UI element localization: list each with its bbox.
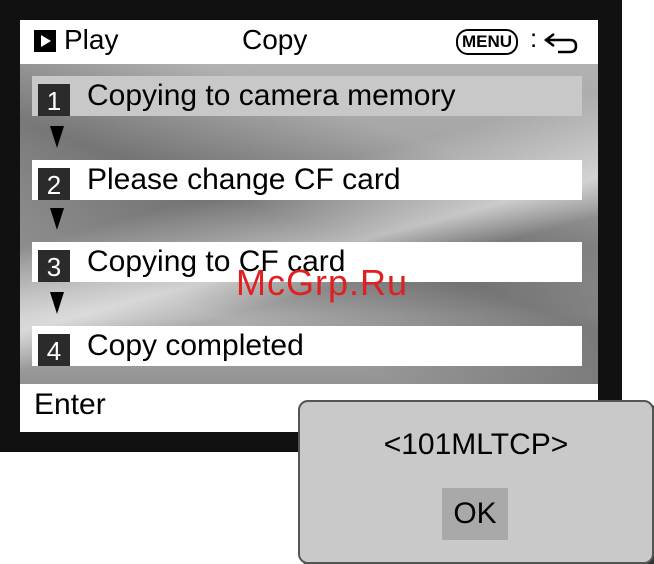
step-label: Please change CF card [87, 163, 401, 196]
menu-separator: : [530, 23, 538, 53]
back-arrow-icon[interactable] [542, 28, 582, 56]
camera-screen: Play Copy MENU : 1 Copying to camera mem… [20, 20, 598, 432]
step-label: Copying to camera memory [87, 79, 456, 112]
step-number: 3 [38, 250, 70, 282]
camera-lcd-frame: Play Copy MENU : 1 Copying to camera mem… [0, 0, 622, 452]
watermark: McGrp.Ru [236, 262, 409, 303]
down-arrow-icon [50, 126, 64, 148]
step-number: 2 [38, 168, 70, 200]
step-row-1: 1 Copying to camera memory [32, 76, 582, 116]
step-row-2: 2 Please change CF card [32, 160, 582, 200]
step-row-4: 4 Copy completed [32, 326, 582, 366]
step-label: Copy completed [87, 329, 304, 362]
screen-title: Copy [242, 24, 308, 55]
play-icon [34, 30, 56, 52]
copy-folder-dialog: <101MLTCP> OK [298, 400, 654, 564]
folder-name: <101MLTCP> [383, 428, 569, 461]
screen-header: Play Copy MENU : [20, 20, 598, 64]
step-number: 4 [38, 334, 70, 366]
menu-button[interactable]: MENU [456, 29, 519, 55]
mode-label: Play [64, 24, 119, 55]
down-arrow-icon [50, 292, 64, 314]
enter-label: Enter [34, 388, 106, 421]
step-number: 1 [38, 84, 70, 116]
ok-button[interactable]: OK [442, 488, 508, 540]
down-arrow-icon [50, 208, 64, 230]
